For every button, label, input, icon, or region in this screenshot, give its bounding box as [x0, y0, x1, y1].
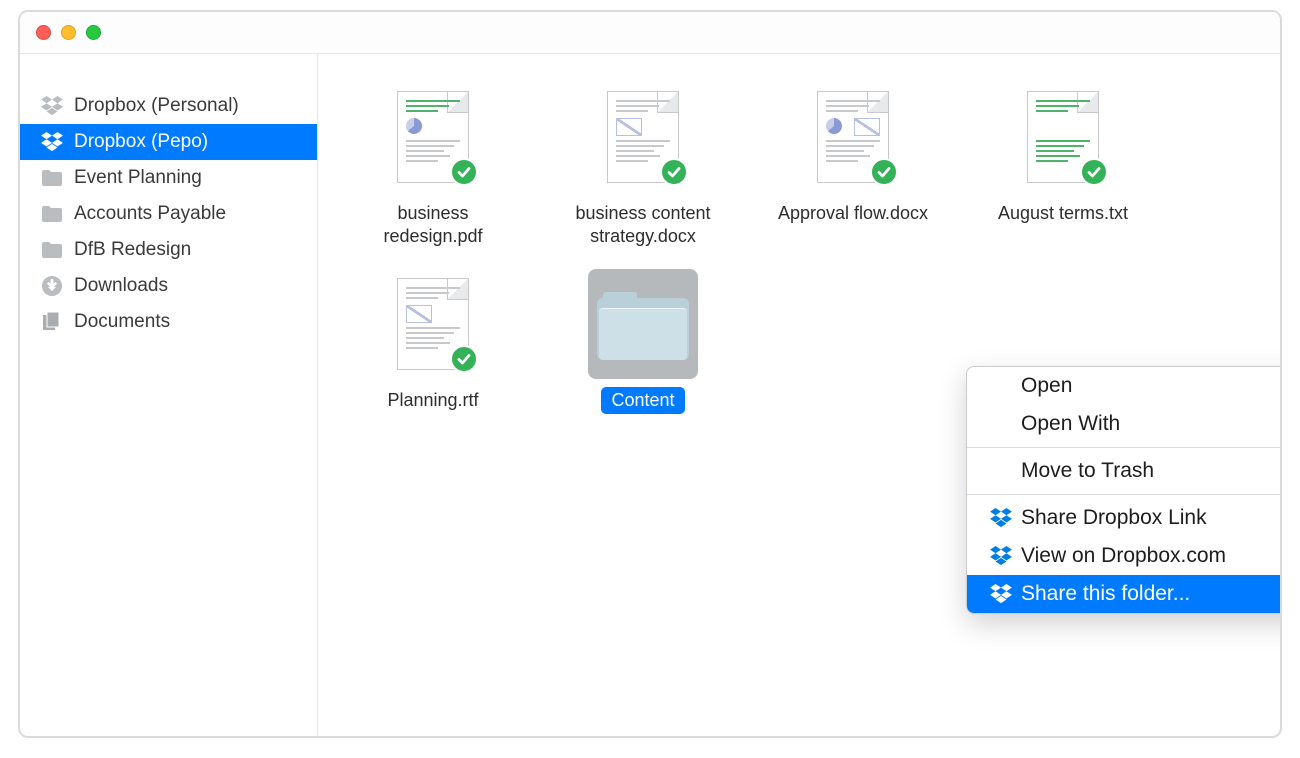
folder-icon	[41, 169, 63, 187]
file-item[interactable]: Approval flow.docx	[758, 82, 948, 249]
sidebar-item-dfb-redesign[interactable]: DfB Redesign	[20, 232, 317, 268]
dropbox-icon	[990, 508, 1012, 528]
sidebar-item-label: Accounts Payable	[74, 203, 226, 225]
dropbox-icon	[989, 584, 1013, 604]
file-thumbnail	[378, 269, 488, 379]
menu-item-label: Move to Trash	[1021, 459, 1154, 483]
dropbox-icon	[989, 508, 1013, 528]
synced-badge-icon	[870, 158, 898, 186]
menu-item-share-this-folder-[interactable]: Share this folder...	[967, 575, 1282, 613]
menu-separator	[967, 494, 1282, 495]
menu-item-label: Share this folder...	[1021, 582, 1190, 606]
menu-item-share-dropbox-link[interactable]: Share Dropbox Link	[967, 499, 1282, 537]
menu-item-open[interactable]: Open	[967, 367, 1282, 405]
folder-icon	[40, 166, 64, 190]
titlebar	[20, 12, 1280, 54]
folder-icon	[40, 238, 64, 262]
file-label: August terms.txt	[988, 200, 1138, 227]
file-label: Approval flow.docx	[768, 200, 938, 227]
file-item[interactable]: business content strategy.docx	[548, 82, 738, 249]
synced-badge-icon	[660, 158, 688, 186]
sidebar-item-label: Event Planning	[74, 167, 202, 189]
file-thumbnail	[378, 82, 488, 192]
sidebar-item-label: Dropbox (Pepo)	[74, 131, 208, 153]
sidebar-item-downloads[interactable]: Downloads	[20, 268, 317, 304]
file-thumbnail	[588, 82, 698, 192]
download-icon	[40, 274, 64, 298]
file-item[interactable]: August terms.txt	[968, 82, 1158, 249]
sidebar-item-label: DfB Redesign	[74, 239, 191, 261]
finder-window: Dropbox (Personal) Dropbox (Pepo) Event …	[18, 10, 1282, 738]
file-thumbnail	[798, 82, 908, 192]
dropbox-icon	[990, 584, 1012, 604]
sidebar-item-accounts-payable[interactable]: Accounts Payable	[20, 196, 317, 232]
menu-separator	[967, 447, 1282, 448]
close-window-button[interactable]	[36, 25, 51, 40]
context-menu: Open Open With▶ Move to Trash Share Dropbo…	[966, 366, 1282, 614]
sidebar-item-label: Downloads	[74, 275, 168, 297]
menu-item-open-with[interactable]: Open With▶	[967, 405, 1282, 443]
minimize-window-button[interactable]	[61, 25, 76, 40]
file-item[interactable]: Planning.rtf	[338, 269, 528, 414]
file-thumbnail	[1008, 82, 1118, 192]
dropbox-icon	[41, 132, 63, 152]
sidebar: Dropbox (Personal) Dropbox (Pepo) Event …	[20, 54, 318, 736]
folder-icon	[40, 202, 64, 226]
sidebar-item-documents[interactable]: Documents	[20, 304, 317, 340]
sidebar-item-dropbox-personal-[interactable]: Dropbox (Personal)	[20, 88, 317, 124]
sidebar-item-dropbox-pepo-[interactable]: Dropbox (Pepo)	[20, 124, 317, 160]
folder-icon	[41, 241, 63, 259]
folder-icon	[41, 205, 63, 223]
dropbox-icon	[989, 546, 1013, 566]
file-label: business content strategy.docx	[548, 200, 738, 249]
sidebar-item-event-planning[interactable]: Event Planning	[20, 160, 317, 196]
menu-item-view-on-dropbox-com[interactable]: View on Dropbox.com	[967, 537, 1282, 575]
file-item[interactable]: business redesign.pdf	[338, 82, 528, 249]
file-label: Planning.rtf	[377, 387, 488, 414]
synced-badge-icon	[450, 345, 478, 373]
menu-item-label: Open	[1021, 374, 1072, 398]
synced-badge-icon	[1080, 158, 1108, 186]
dropbox-icon	[40, 94, 64, 118]
menu-item-move-to-trash[interactable]: Move to Trash	[967, 452, 1282, 490]
download-icon	[41, 275, 63, 297]
menu-item-label: View on Dropbox.com	[1021, 544, 1226, 568]
synced-badge-icon	[450, 158, 478, 186]
menu-item-label: Open With	[1021, 412, 1120, 436]
documents-icon	[41, 311, 63, 333]
dropbox-icon	[41, 96, 63, 116]
folder-item[interactable]: Content	[548, 269, 738, 414]
dropbox-icon	[990, 546, 1012, 566]
documents-icon	[40, 310, 64, 334]
file-label: Content	[601, 387, 684, 414]
file-label: business redesign.pdf	[338, 200, 528, 249]
sidebar-item-label: Documents	[74, 311, 170, 333]
sidebar-item-label: Dropbox (Personal)	[74, 95, 239, 117]
menu-item-label: Share Dropbox Link	[1021, 506, 1207, 530]
dropbox-icon	[40, 130, 64, 154]
file-thumbnail	[588, 269, 698, 379]
zoom-window-button[interactable]	[86, 25, 101, 40]
file-browser: business redesign.pdf business content s…	[318, 54, 1280, 736]
